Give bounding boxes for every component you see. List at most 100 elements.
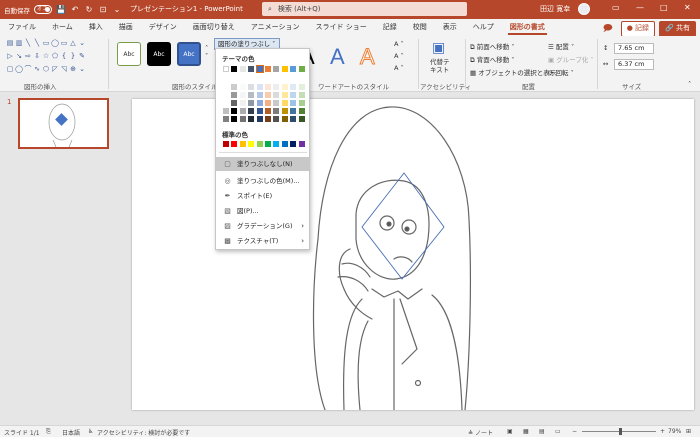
theme-color-swatch[interactable] — [239, 116, 246, 122]
theme-color-swatch[interactable] — [298, 116, 305, 122]
theme-color-swatch[interactable] — [231, 108, 238, 114]
zoom-slider-thumb[interactable] — [619, 428, 622, 435]
slide-thumbnail[interactable] — [18, 98, 109, 149]
text-outline-icon[interactable]: A ˅ — [394, 52, 404, 60]
reading-view-icon[interactable]: ▤ — [539, 428, 545, 435]
search-box[interactable]: ⌕ 検索 (Alt+Q) — [262, 2, 467, 16]
theme-color-swatch[interactable] — [273, 92, 280, 98]
theme-color-swatch[interactable] — [281, 116, 288, 122]
theme-color-swatch[interactable] — [231, 84, 238, 90]
vertical-text-box-icon[interactable]: ▥ — [15, 39, 23, 51]
theme-color-swatch[interactable] — [273, 66, 280, 72]
theme-color-swatch[interactable] — [256, 92, 263, 98]
theme-color-swatch[interactable] — [273, 84, 280, 90]
theme-color-swatch[interactable] — [256, 84, 263, 90]
tab-9[interactable]: 校閲 — [405, 19, 435, 36]
customize-qat-icon[interactable]: ⌄ — [112, 5, 122, 14]
oval-icon[interactable]: ◯ — [15, 65, 23, 77]
slide-sorter-icon[interactable]: ▦ — [523, 428, 529, 435]
theme-color-swatch[interactable] — [248, 84, 255, 90]
callout-icon[interactable]: ◸ — [51, 65, 59, 77]
rectangle-icon[interactable]: ▭ — [42, 39, 50, 51]
theme-color-swatch[interactable] — [248, 66, 255, 72]
collapse-ribbon-icon[interactable]: ˄ — [688, 80, 691, 88]
tab-0[interactable]: ファイル — [0, 19, 44, 36]
standard-color-swatch[interactable] — [256, 141, 263, 147]
comment-icon[interactable]: 🗩 — [599, 21, 617, 37]
fit-to-window-icon[interactable]: ⊞ — [686, 428, 691, 435]
gradient-item[interactable]: ▨ グラデーション(G) › — [216, 219, 309, 233]
width-field[interactable]: 6.37 cm — [614, 59, 654, 70]
selected-diamond-shape[interactable] — [361, 172, 445, 280]
texture-item[interactable]: ▩ テクスチャ(T) › — [216, 234, 309, 248]
theme-color-swatch[interactable] — [298, 84, 305, 90]
theme-color-swatch[interactable] — [248, 100, 255, 106]
accessibility-status[interactable]: アクセシビリティ: 検討が必要です — [97, 428, 190, 437]
theme-color-swatch[interactable] — [290, 66, 297, 72]
curve-icon[interactable]: ∿ — [33, 65, 41, 77]
callout-icon[interactable]: ◹ — [60, 65, 68, 77]
standard-color-swatch[interactable] — [290, 141, 297, 147]
edit-shape-icon[interactable]: ✎ — [78, 52, 86, 64]
ribbon-display-icon[interactable]: ▭ — [612, 3, 620, 12]
slideshow-icon[interactable]: ▭ — [555, 428, 561, 435]
theme-color-swatch[interactable] — [248, 116, 255, 122]
accessibility-icon[interactable]: ♿ — [88, 428, 93, 435]
shape-style-sample-black[interactable]: Abc — [147, 42, 171, 66]
theme-color-swatch[interactable] — [239, 92, 246, 98]
bring-forward-button[interactable]: ⧉ 前面へ移動 ˅ — [470, 41, 515, 52]
standard-color-swatch[interactable] — [273, 141, 280, 147]
alt-text-icon[interactable]: ▣ — [432, 40, 445, 56]
share-button[interactable]: 🔗 共有 — [659, 21, 696, 37]
triangle-icon[interactable]: △ — [69, 39, 77, 51]
theme-color-swatch[interactable] — [255, 65, 264, 73]
theme-color-swatch[interactable] — [265, 116, 271, 122]
tab-12[interactable]: 図形の書式 — [502, 19, 553, 36]
minimize-button[interactable]: — — [636, 3, 644, 12]
alt-text-button[interactable]: 代替テ キスト — [430, 58, 450, 74]
more-fill-colors-item[interactable]: ◎ 塗りつぶしの色(M)... — [216, 174, 309, 188]
theme-color-swatch[interactable] — [231, 92, 238, 98]
tab-2[interactable]: 挿入 — [81, 19, 111, 36]
theme-color-swatch[interactable] — [231, 100, 238, 106]
merge-shapes-icon[interactable]: ⊕ — [69, 65, 77, 77]
standard-color-swatch[interactable] — [223, 141, 229, 147]
theme-color-swatch[interactable] — [273, 116, 280, 122]
theme-color-swatch[interactable] — [223, 116, 229, 122]
redo-icon[interactable]: ↻ — [84, 5, 94, 14]
send-backward-button[interactable]: ⧉ 背面へ移動 ˅ — [470, 54, 515, 65]
style-scroll-icon[interactable]: ˄ ˅ — [205, 44, 208, 60]
tab-8[interactable]: 記録 — [375, 19, 405, 36]
autosave-toggle[interactable]: オフ — [34, 5, 52, 14]
arrow-icon[interactable]: ⇨ — [24, 52, 32, 64]
theme-color-swatch[interactable] — [265, 84, 271, 90]
theme-color-swatch[interactable] — [256, 108, 263, 114]
tab-11[interactable]: ヘルプ — [465, 19, 502, 36]
theme-color-swatch[interactable] — [281, 108, 288, 114]
tab-1[interactable]: ホーム — [44, 19, 81, 36]
spellcheck-icon[interactable]: ⎘ — [46, 428, 51, 436]
close-button[interactable]: ✕ — [684, 3, 691, 12]
record-button[interactable]: ● 記録 — [620, 21, 656, 37]
present-icon[interactable]: ⊡ — [98, 5, 108, 14]
brace-icon[interactable]: } — [69, 52, 77, 64]
theme-color-swatch[interactable] — [281, 84, 288, 90]
theme-color-swatch[interactable] — [290, 100, 297, 106]
theme-color-swatch[interactable] — [239, 108, 246, 114]
theme-color-swatch[interactable] — [256, 116, 263, 122]
theme-color-swatch[interactable] — [223, 92, 229, 98]
triangle-icon[interactable]: ▷ — [6, 52, 14, 64]
shape-style-sample-white[interactable]: Abc — [117, 42, 141, 66]
tab-3[interactable]: 描画 — [111, 19, 141, 36]
shape-style-sample-blue[interactable]: Abc — [177, 42, 201, 66]
undo-icon[interactable]: ↶ — [70, 5, 80, 14]
theme-color-swatch[interactable] — [281, 66, 288, 72]
more-shapes-icon[interactable]: ⌄ — [78, 65, 86, 77]
tab-6[interactable]: アニメーション — [243, 19, 308, 36]
tab-10[interactable]: 表示 — [435, 19, 465, 36]
theme-color-swatch[interactable] — [290, 92, 297, 98]
eyedropper-item[interactable]: ✒ スポイト(E) — [216, 189, 309, 203]
theme-color-swatch[interactable] — [231, 116, 238, 122]
standard-color-swatch[interactable] — [265, 141, 271, 147]
theme-color-swatch[interactable] — [239, 66, 246, 72]
